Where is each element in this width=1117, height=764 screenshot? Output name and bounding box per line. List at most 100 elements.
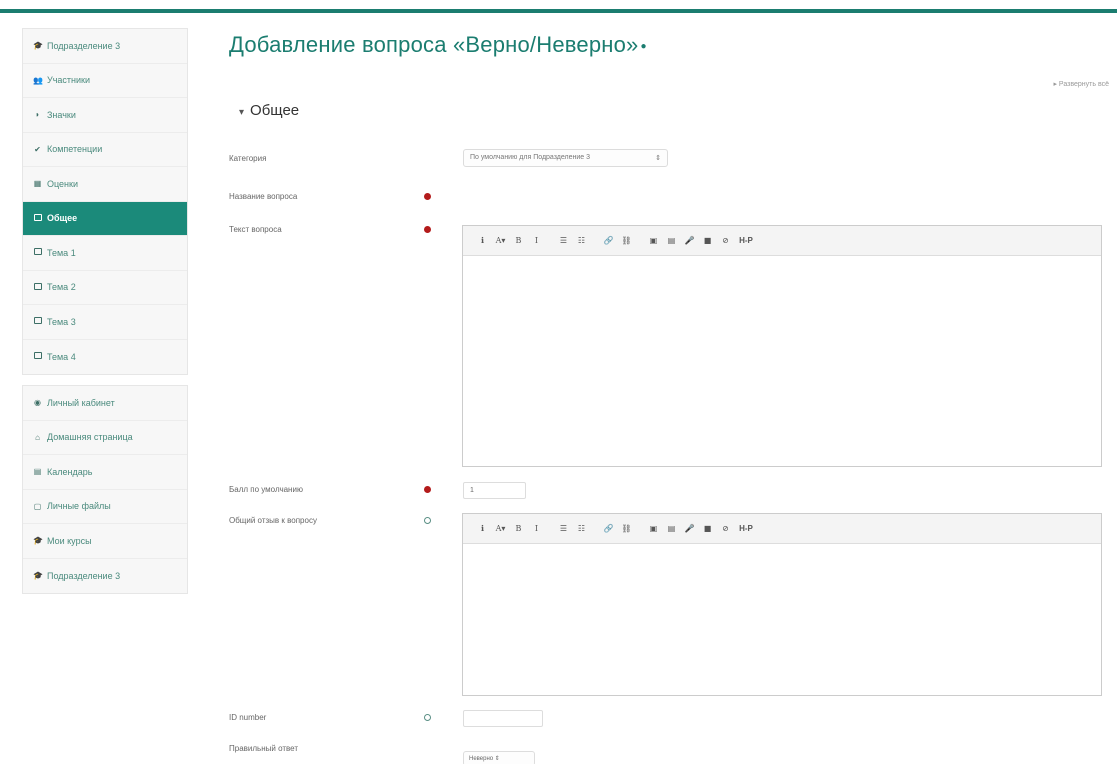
- numbered-list-icon[interactable]: ☷: [574, 236, 589, 245]
- dashboard-icon: ◉: [34, 398, 41, 408]
- image-icon[interactable]: ▣: [646, 524, 661, 533]
- sidebar-item-badges[interactable]: ◗ Значки: [23, 98, 187, 133]
- question-text-editor[interactable]: ℹ A▾ B I ☰ ☷ 🔗 ⛓ ▣ ▤ 🎤 ■ ⊘ H-P: [462, 225, 1102, 467]
- bold-icon[interactable]: B: [511, 524, 526, 533]
- media-icon[interactable]: ▤: [664, 524, 679, 533]
- general-feedback-area[interactable]: [463, 544, 1101, 695]
- sidebar-item-grades[interactable]: ▦ Оценки: [23, 167, 187, 202]
- editor-toolbar: ℹ A▾ B I ☰ ☷ 🔗 ⛓ ▣ ▤ 🎤 ■ ⊘ H-P: [463, 226, 1101, 256]
- table-icon: ▦: [33, 179, 42, 189]
- microphone-icon[interactable]: 🎤: [682, 236, 697, 245]
- checkmark-icon: ✔: [34, 144, 41, 154]
- sidebar-item-topic-3[interactable]: Тема 3: [23, 305, 187, 340]
- sidebar-item-label: Участники: [47, 75, 90, 86]
- page-title-text: Добавление вопроса «Верно/Неверно»: [229, 32, 639, 57]
- help-icon[interactable]: [424, 714, 431, 721]
- folder-icon: [33, 213, 42, 223]
- sidebar-item-private-files[interactable]: ▢ Личные файлы: [23, 490, 187, 524]
- link-icon[interactable]: 🔗: [601, 236, 616, 245]
- page-title: Добавление вопроса «Верно/Неверно» ●: [229, 32, 1109, 58]
- sidebar-item-label: Компетенции: [47, 144, 103, 155]
- sidebar-item-label: Личный кабинет: [47, 397, 115, 408]
- unlink-icon[interactable]: ⛓: [619, 236, 634, 245]
- media-icon[interactable]: ▤: [664, 236, 679, 245]
- section-general-header[interactable]: ▾ Общее: [239, 102, 299, 119]
- correct-answer-label: Правильный ответ: [229, 744, 299, 753]
- sidebar-item-label: Мои курсы: [47, 535, 92, 546]
- required-icon: [424, 226, 431, 233]
- general-feedback-label: Общий отзыв к вопросу: [229, 516, 317, 525]
- italic-icon[interactable]: I: [529, 236, 544, 245]
- general-feedback-editor[interactable]: ℹ A▾ B I ☰ ☷ 🔗 ⛓ ▣ ▤ 🎤 ■ ⊘ H-P: [462, 513, 1102, 696]
- video-icon[interactable]: ■: [700, 236, 715, 245]
- bold-icon[interactable]: B: [511, 236, 526, 245]
- id-number-label: ID number: [229, 713, 267, 722]
- bullet-list-icon[interactable]: ☰: [556, 236, 571, 245]
- editor-toolbar: ℹ A▾ B I ☰ ☷ 🔗 ⛓ ▣ ▤ 🎤 ■ ⊘ H-P: [463, 514, 1101, 544]
- graduation-cap-icon: 🎓: [33, 571, 43, 581]
- correct-answer-value: Неверно: [469, 756, 494, 762]
- numbered-list-icon[interactable]: ☷: [574, 524, 589, 533]
- sidebar-item-label: Подразделение 3: [47, 40, 121, 51]
- h5p-icon[interactable]: H-P: [736, 236, 756, 245]
- users-icon: 👥: [33, 75, 43, 85]
- folder-icon: [33, 248, 42, 257]
- sidebar-item-label: Тема 4: [47, 351, 76, 362]
- folder-icon: [33, 352, 42, 361]
- site-nav-block: ◉ Личный кабинет ⌂ Домашняя страница ▤ Кале…: [22, 385, 188, 594]
- video-icon[interactable]: ■: [700, 524, 715, 533]
- correct-answer-select[interactable]: Неверно ⇕: [463, 751, 535, 764]
- expand-all-link[interactable]: ▸ Развернуть всё: [1053, 80, 1109, 88]
- question-name-label: Название вопроса: [229, 192, 298, 201]
- calendar-icon: ▤: [33, 467, 42, 477]
- h5p-icon[interactable]: H-P: [736, 524, 756, 533]
- required-icon: [424, 486, 431, 493]
- sidebar-item-label: Домашняя страница: [47, 432, 133, 443]
- category-select[interactable]: По умолчанию для Подразделение 3 ⇕: [463, 149, 668, 167]
- sidebar-item-calendar[interactable]: ▤ Календарь: [23, 455, 187, 490]
- select-arrows-icon: ⇕: [655, 155, 661, 162]
- italic-icon[interactable]: I: [529, 524, 544, 533]
- sidebar: 🎓 Подразделение 3 👥 Участники ◗ Значки ✔ Ком…: [22, 28, 188, 604]
- font-size-icon[interactable]: A▾: [493, 524, 508, 533]
- link-icon[interactable]: 🔗: [601, 524, 616, 533]
- sidebar-item-course[interactable]: 🎓 Подразделение 3: [23, 29, 187, 64]
- sidebar-item-topic-1[interactable]: Тема 1: [23, 236, 187, 271]
- sidebar-item-home[interactable]: ⌂ Домашняя страница: [23, 421, 187, 455]
- unlink-icon[interactable]: ⛓: [619, 524, 634, 533]
- home-icon: ⌂: [35, 432, 40, 442]
- main-content: Добавление вопроса «Верно/Неверно» ● ▸ Ра…: [229, 32, 1109, 764]
- folder-icon: [33, 282, 42, 292]
- image-icon[interactable]: ▣: [646, 236, 661, 245]
- info-icon[interactable]: ℹ: [475, 236, 490, 245]
- manage-files-icon[interactable]: ⊘: [718, 236, 733, 245]
- sidebar-item-my-courses[interactable]: 🎓 Мои курсы: [23, 524, 187, 559]
- sidebar-item-label: Оценки: [47, 178, 78, 189]
- sidebar-item-dashboard[interactable]: ◉ Личный кабинет: [23, 386, 187, 421]
- course-nav-block: 🎓 Подразделение 3 👥 Участники ◗ Значки ✔ Ком…: [22, 28, 188, 375]
- sidebar-item-label: Тема 2: [47, 282, 76, 293]
- id-number-input[interactable]: [463, 710, 543, 727]
- sidebar-item-participants[interactable]: 👥 Участники: [23, 64, 187, 98]
- help-icon[interactable]: [424, 517, 431, 524]
- sidebar-item-label: Значки: [47, 109, 76, 120]
- sidebar-item-course-2[interactable]: 🎓 Подразделение 3: [23, 559, 187, 594]
- default-mark-input[interactable]: 1: [463, 482, 526, 499]
- sidebar-item-topic-2[interactable]: Тема 2: [23, 271, 187, 305]
- top-accent-line: [0, 9, 1117, 13]
- category-label: Категория: [229, 154, 267, 163]
- required-icon: [424, 193, 431, 200]
- sidebar-item-general[interactable]: Общее: [23, 201, 187, 236]
- sidebar-item-label: Общее: [47, 213, 78, 224]
- sidebar-item-competencies[interactable]: ✔ Компетенции: [23, 133, 187, 167]
- info-icon[interactable]: ℹ: [475, 524, 490, 533]
- font-size-icon[interactable]: A▾: [493, 236, 508, 245]
- microphone-icon[interactable]: 🎤: [682, 524, 697, 533]
- bullet-list-icon[interactable]: ☰: [556, 524, 571, 533]
- manage-files-icon[interactable]: ⊘: [718, 524, 733, 533]
- default-mark-label: Балл по умолчанию: [229, 485, 303, 494]
- info-icon[interactable]: ●: [641, 41, 647, 52]
- badge-icon: ◗: [35, 110, 40, 120]
- question-text-area[interactable]: [463, 256, 1101, 466]
- sidebar-item-topic-4[interactable]: Тема 4: [23, 340, 187, 375]
